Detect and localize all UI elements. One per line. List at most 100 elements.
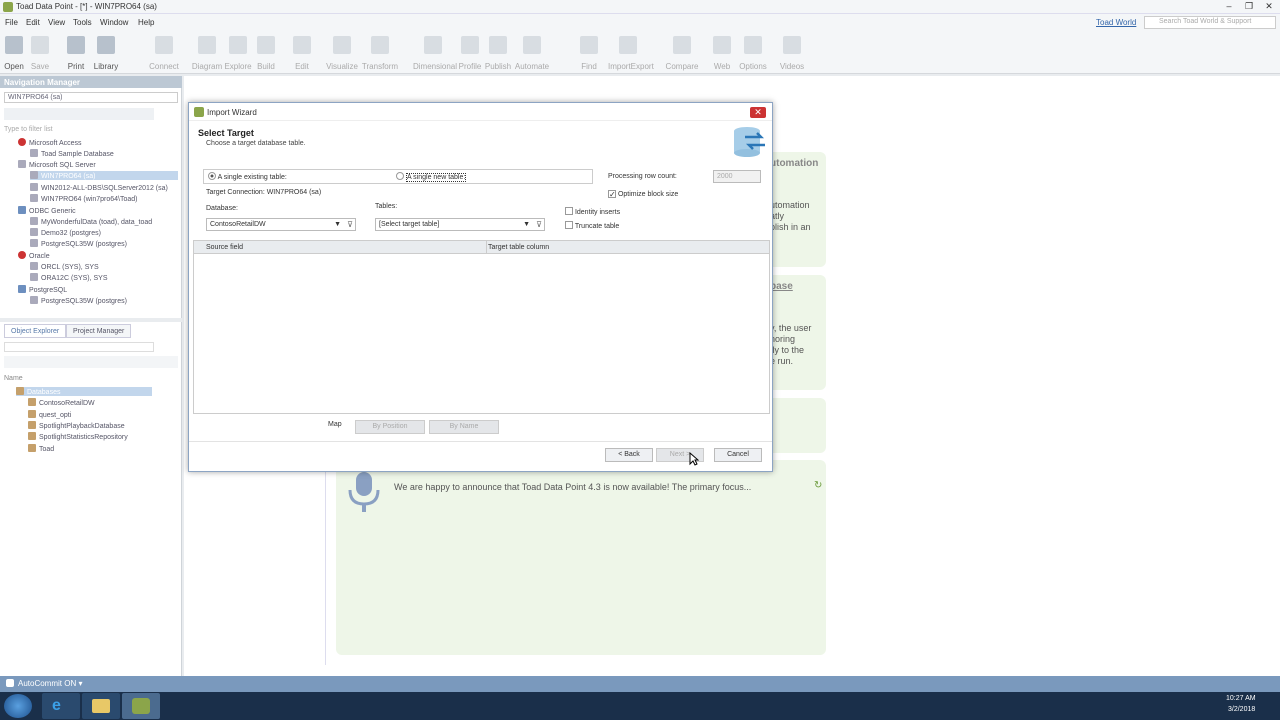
tree-item-odbc[interactable]: ODBC Generic [18, 206, 76, 215]
taskbar-ie[interactable]: e [42, 693, 80, 719]
database-icon [28, 410, 36, 418]
tree-item-spotlight-stats[interactable]: SpotlightStatisticsRepository [28, 432, 128, 441]
chart-icon [333, 36, 351, 54]
tables-select[interactable]: [Select target table] ▼ ⊽ [375, 218, 545, 231]
build-icon [257, 36, 275, 54]
refresh-icon[interactable]: ↻ [814, 480, 822, 491]
tree-item-orcl[interactable]: ORCL (SYS), SYS [30, 262, 99, 271]
tree-item-demo32[interactable]: Demo32 (postgres) [30, 228, 101, 237]
tree-item-databases[interactable]: Databases [16, 387, 152, 396]
tree-item-contosoretaildw[interactable]: ContosoRetailDW [28, 398, 95, 407]
tree-item-quest-opti[interactable]: quest_opti [28, 410, 71, 419]
connection-select[interactable]: WIN7PRO64 (sa) [4, 92, 178, 103]
videos-button[interactable]: Videos [772, 36, 812, 72]
cancel-button[interactable]: Cancel [714, 448, 762, 462]
automate-button[interactable]: Automate [512, 36, 552, 72]
navigation-manager-panel: Navigation Manager WIN7PRO64 (sa) Type t… [0, 76, 182, 318]
tree-item-win7pro64-toad[interactable]: WIN7PRO64 (win7pro64\Toad) [30, 194, 138, 203]
connection-icon [30, 217, 38, 225]
column-header-target-column[interactable]: Target table column [488, 244, 549, 251]
clock-date[interactable]: 3/2/2018 [1228, 706, 1255, 713]
visualize-button[interactable]: Visualize [322, 36, 362, 72]
wizard-heading: Select Target [198, 128, 254, 138]
edit-button[interactable]: Edit [282, 36, 322, 72]
by-name-button[interactable]: By Name [429, 420, 499, 434]
taskbar-explorer[interactable] [82, 693, 120, 719]
tree-item-postgresql[interactable]: PostgreSQL [18, 285, 67, 294]
tree-item-toad[interactable]: Toad [28, 444, 54, 453]
import-wizard-dialog: Import Wizard ✕ Select Target Choose a t… [188, 102, 773, 472]
search-input[interactable]: Search Toad World & Support [1144, 16, 1276, 29]
find-button[interactable]: Find [569, 36, 609, 72]
tree-item-oracle[interactable]: Oracle [18, 251, 50, 260]
windows-taskbar: e 10:27 AM 3/2/2018 [0, 692, 1280, 720]
maximize-button[interactable]: ❐ [1242, 1, 1256, 12]
access-icon [18, 138, 26, 146]
tree-item-win2012[interactable]: WIN2012-ALL-DBS\SQLServer2012 (sa) [30, 183, 168, 192]
title-bar: Toad Data Point - [*] - WIN7PRO64 (sa) –… [0, 0, 1280, 14]
transform-button[interactable]: Transform [360, 36, 400, 72]
connection-icon [30, 262, 38, 270]
back-button[interactable]: < Back [605, 448, 653, 462]
toad-world-link[interactable]: Toad World [1096, 18, 1136, 27]
dialog-close-button[interactable]: ✕ [750, 107, 766, 118]
menu-help[interactable]: Help [138, 18, 154, 27]
tree-item-sql-server[interactable]: Microsoft SQL Server [18, 160, 96, 169]
optimize-block-size-checkbox[interactable]: ✓ Optimize block size [608, 190, 678, 199]
autocommit-toggle[interactable]: AutoCommit ON ▾ [18, 679, 82, 688]
start-button[interactable] [4, 694, 32, 718]
menu-file[interactable]: File [5, 18, 18, 27]
clock-time[interactable]: 10:27 AM [1226, 695, 1256, 702]
lightning-icon [523, 36, 541, 54]
card-line: plish in an [770, 222, 811, 232]
column-header-source-field[interactable]: Source field [206, 244, 243, 251]
radio-existing-table[interactable]: A single existing table: [208, 172, 287, 181]
card-line: tly to the [770, 345, 805, 355]
compare-button[interactable]: Compare [662, 36, 702, 72]
menu-edit[interactable]: Edit [26, 18, 40, 27]
main-toolbar: Open Save Print Library Connect Diagram … [0, 32, 1280, 74]
connection-icon [30, 239, 38, 247]
save-button[interactable]: Save [20, 36, 60, 72]
menu-bar: File Edit View Tools Window Help Toad Wo… [0, 14, 1280, 32]
processing-row-count-input[interactable]: 2000 [713, 170, 761, 183]
truncate-table-checkbox[interactable]: Truncate table [565, 221, 619, 230]
tree-item-postgres35w[interactable]: PostgreSQL35W (postgres) [30, 296, 127, 305]
connection-icon [30, 296, 38, 304]
tree-item-mywonderfuldata[interactable]: MyWonderfulData (toad), data_toad [30, 217, 152, 226]
tree-item-ora12c[interactable]: ORA12C (SYS), SYS [30, 273, 108, 282]
tree-item-win7pro64-sa[interactable]: WIN7PRO64 (sa) [30, 171, 178, 180]
mapping-grid[interactable]: Source field Target table column [193, 240, 770, 414]
options-button[interactable]: Options [733, 36, 773, 72]
connect-button[interactable]: Connect [144, 36, 184, 72]
news-card: We are happy to announce that Toad Data … [336, 460, 826, 655]
close-button[interactable]: ✕ [1262, 1, 1276, 12]
card-line: noring [770, 334, 796, 344]
filter-input[interactable]: Type to filter list [4, 126, 53, 133]
minimize-button[interactable]: – [1222, 1, 1236, 12]
tree-item-ms-access[interactable]: Microsoft Access [18, 138, 82, 147]
tree-item-postgres-odbc[interactable]: PostgreSQL35W (postgres) [30, 239, 127, 248]
menu-window[interactable]: Window [100, 18, 128, 27]
by-position-button[interactable]: By Position [355, 420, 425, 434]
import-export-button[interactable]: ImportExport [608, 36, 654, 72]
menu-view[interactable]: View [48, 18, 65, 27]
build-button[interactable]: Build [246, 36, 286, 72]
card-heading[interactable]: base [770, 281, 793, 292]
dimensional-button[interactable]: Dimensional [413, 36, 457, 72]
tab-project-manager[interactable]: Project Manager [66, 324, 132, 338]
tab-object-explorer[interactable]: Object Explorer [4, 324, 67, 338]
name-column-header: Name [4, 375, 23, 382]
tree-item-toad-sample[interactable]: Toad Sample Database [30, 149, 114, 158]
menu-tools[interactable]: Tools [73, 18, 92, 27]
identity-inserts-checkbox[interactable]: Identity inserts [565, 207, 620, 216]
taskbar-toad[interactable] [122, 693, 160, 719]
object-filter-input[interactable] [4, 342, 154, 352]
database-select[interactable]: ContosoRetailDW ▼ ⊽ [206, 218, 356, 231]
connection-icon [30, 228, 38, 236]
tree-item-spotlight-playback[interactable]: SpotlightPlaybackDatabase [28, 421, 125, 430]
database-card: base y, the user noring tly to the e run… [766, 275, 826, 390]
library-button[interactable]: Library [86, 36, 126, 72]
window-title: Toad Data Point - [*] - WIN7PRO64 (sa) [16, 2, 157, 11]
radio-new-table[interactable]: A single new table: [396, 172, 467, 182]
